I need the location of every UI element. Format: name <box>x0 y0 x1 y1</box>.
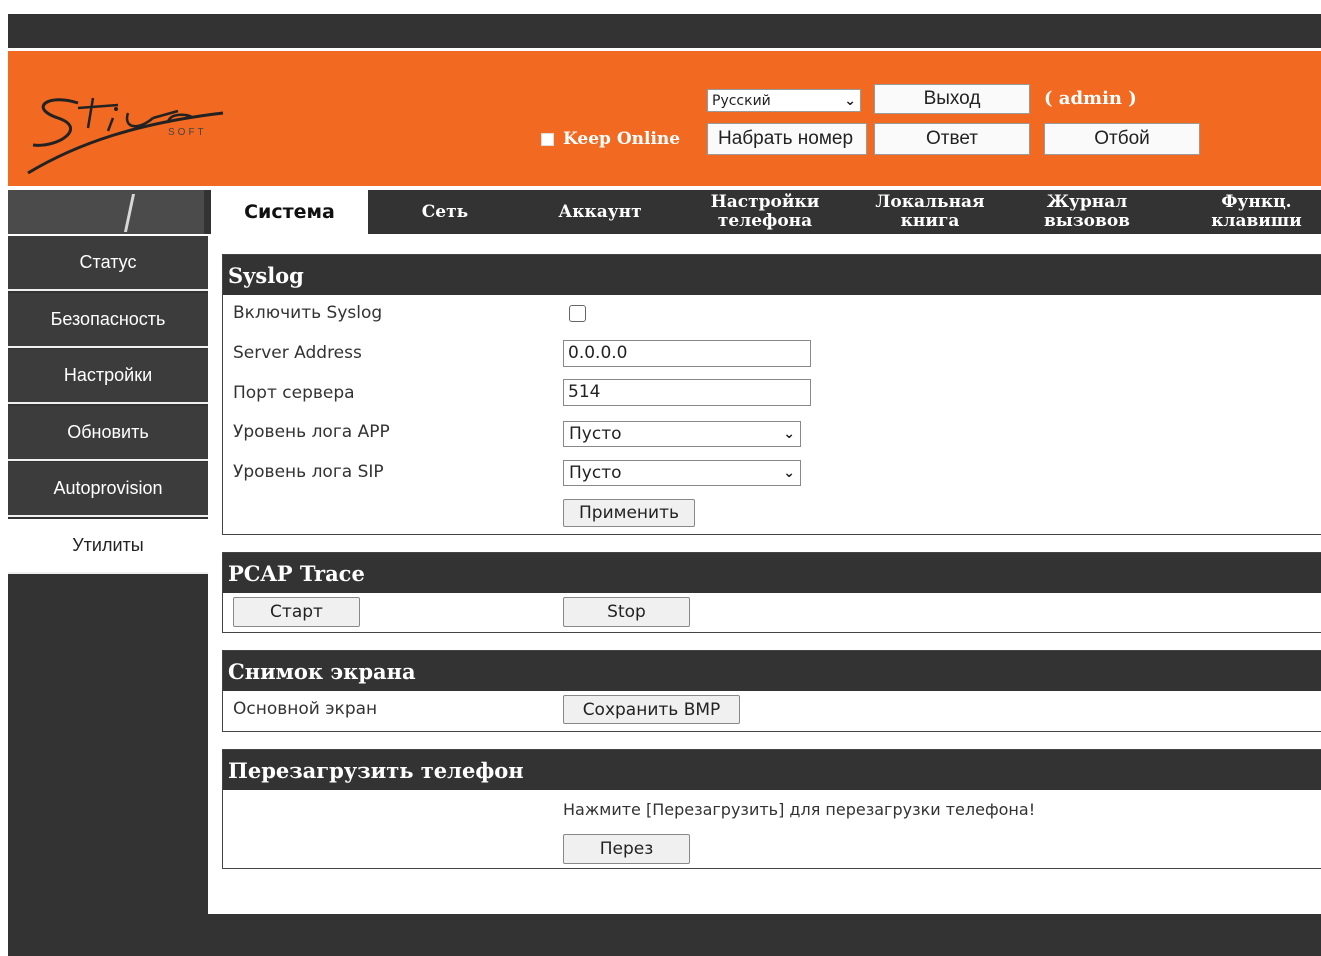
sip-log-level-value: Пусто <box>569 463 622 483</box>
sidebar-item-autoprovision[interactable]: Autoprovision <box>8 462 208 517</box>
pcap-section: PCAP Trace Старт Stop <box>222 552 1321 633</box>
reboot-button[interactable]: Перез <box>563 834 690 864</box>
tab-phonebook[interactable]: Локальная книга <box>860 190 1000 234</box>
main-screen-label: Основной экран <box>233 699 378 719</box>
server-address-input[interactable]: 0.0.0.0 <box>563 340 811 367</box>
app-log-level-label: Уровень лога APP <box>233 422 390 442</box>
user-label: ( admin ) <box>1044 88 1137 109</box>
app-log-level-select[interactable]: Пусто ⌄ <box>563 421 801 447</box>
tab-call-log[interactable]: Журнал вызовов <box>1022 190 1152 234</box>
server-port-label: Порт сервера <box>233 383 355 403</box>
enable-syslog-label: Включить Syslog <box>233 303 383 323</box>
tab-system[interactable]: Система <box>211 190 368 234</box>
app-log-level-value: Пусто <box>569 424 622 444</box>
sidebar-item-upgrade[interactable]: Обновить <box>8 406 208 461</box>
pcap-start-button[interactable]: Старт <box>233 597 360 627</box>
language-value: Русский <box>712 92 771 109</box>
syslog-section: Syslog Включить Syslog Server Address 0.… <box>222 254 1321 535</box>
keep-online-toggle[interactable]: Keep Online <box>541 129 680 149</box>
tab-network[interactable]: Сеть <box>380 190 510 234</box>
screenshot-section: Снимок экрана Основной экран Сохранить B… <box>222 650 1321 732</box>
section-title: Снимок экрана <box>223 651 1321 691</box>
apply-button[interactable]: Применить <box>563 499 695 527</box>
footer <box>8 914 1321 956</box>
dial-number-input[interactable]: Набрать номер <box>707 123 867 155</box>
sip-log-level-label: Уровень лога SIP <box>233 462 384 482</box>
section-title: Перезагрузить телефон <box>223 750 1321 790</box>
enable-syslog-checkbox[interactable] <box>569 305 586 322</box>
answer-button[interactable]: Ответ <box>874 123 1030 155</box>
svg-text:SOFT: SOFT <box>168 127 207 138</box>
reboot-message: Нажмите [Перезагрузить] для перезагрузки… <box>563 800 1036 819</box>
server-address-label: Server Address <box>233 343 362 363</box>
hangup-button[interactable]: Отбой <box>1044 123 1200 155</box>
sidebar-item-tools[interactable]: Утилиты <box>8 519 208 574</box>
keep-online-checkbox[interactable] <box>541 132 554 146</box>
sidebar-item-settings[interactable]: Настройки <box>8 349 208 404</box>
nav-corner <box>8 190 204 234</box>
tab-phone-settings[interactable]: Настройки телефона <box>690 190 840 234</box>
tab-function-keys[interactable]: Функц. клавиши <box>1192 190 1321 234</box>
keep-online-label: Keep Online <box>563 129 681 149</box>
language-select[interactable]: Русский ⌄ <box>707 89 861 112</box>
logout-button[interactable]: Выход <box>874 84 1030 114</box>
section-title: PCAP Trace <box>223 553 1321 593</box>
header: SOFT Keep Online Русский ⌄ Набрать номер… <box>8 51 1321 186</box>
stic-soft-logo: SOFT <box>27 97 224 175</box>
reboot-section: Перезагрузить телефон Нажмите [Перезагру… <box>222 749 1321 869</box>
tab-account[interactable]: Аккаунт <box>535 190 665 234</box>
section-title: Syslog <box>223 255 1321 295</box>
sidebar-item-security[interactable]: Безопасность <box>8 293 208 348</box>
top-bar <box>8 14 1321 48</box>
chevron-down-icon: ⌄ <box>783 426 795 442</box>
chevron-down-icon: ⌄ <box>844 92 856 109</box>
chevron-down-icon: ⌄ <box>783 465 795 481</box>
server-port-input[interactable]: 514 <box>563 379 811 406</box>
sidebar-item-status[interactable]: Статус <box>8 236 208 291</box>
sidebar: Статус Безопасность Настройки Обновить A… <box>8 236 208 914</box>
sip-log-level-select[interactable]: Пусто ⌄ <box>563 460 801 486</box>
save-bmp-button[interactable]: Сохранить BMP <box>563 695 740 724</box>
pcap-stop-button[interactable]: Stop <box>563 597 690 627</box>
